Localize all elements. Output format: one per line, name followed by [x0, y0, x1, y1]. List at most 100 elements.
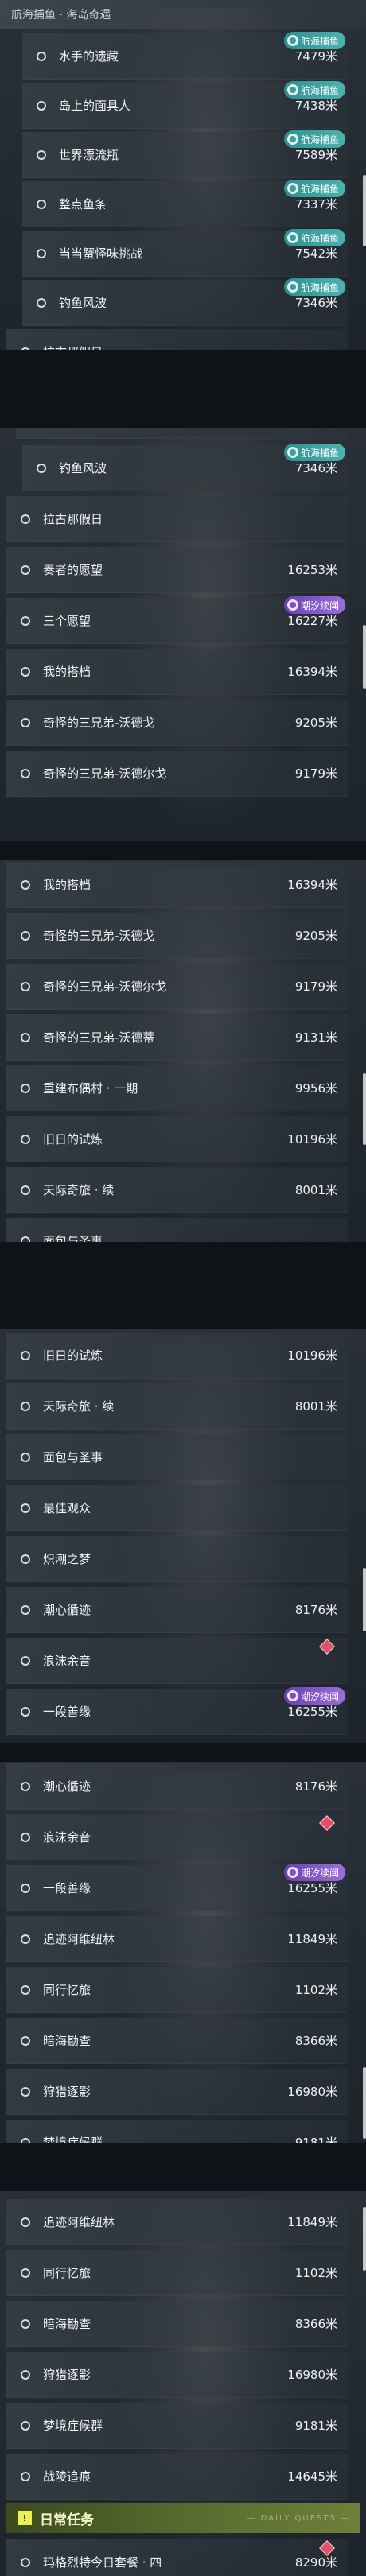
scrollbar[interactable] [363, 2207, 366, 2271]
quest-row-mengjing[interactable]: 梦境症候群 9181米 [6, 2403, 348, 2449]
quest-distance: 8366米 [294, 2034, 337, 2048]
quest-row-yiduan[interactable]: 一段善缘 16255米 潮汐续闻 [6, 1687, 348, 1735]
quest-label: 狩猎逐影 [43, 2085, 92, 2099]
quest-row-yiduan[interactable]: 一段善缘 16255米 潮汐续闻 [6, 1864, 348, 1911]
badge-label: 潮汐续闻 [300, 599, 339, 611]
scrollbar[interactable] [363, 1568, 366, 1631]
radio-icon [21, 615, 30, 626]
quest-row-woder[interactable]: 奇怪的三兄弟-沃德尔戈 9179米 [6, 751, 348, 797]
quest-row-chaoxin[interactable]: 潮心循迹 8176米 [6, 1587, 348, 1633]
quest-row-lagu[interactable]: 拉古那假日 [6, 329, 348, 350]
quest-panel-2: 当当蟹怪味挑战 7542米 钓鱼风波 7346米 航海捕鱼 拉古那假日 奏者的愿… [0, 428, 366, 841]
quest-row-woder[interactable]: 奇怪的三兄弟-沃德尔戈 9179米 [6, 964, 348, 1010]
quest-label: 拉古那假日 [43, 343, 348, 350]
quest-distance: 9956米 [294, 1081, 337, 1096]
quest-label: 梦境症候群 [43, 2136, 103, 2143]
quest-label: 天际奇旅 · 续 [43, 1183, 115, 1197]
quest-row-chongjian[interactable]: 重建布偶村 · 一期 9956米 [6, 1065, 348, 1111]
quest-row-chaoxin[interactable]: 潮心循迹 8176米 [6, 1763, 348, 1810]
scrollbar[interactable] [363, 1073, 366, 1145]
quest-label: 奇怪的三兄弟-沃德蒂 [43, 1030, 155, 1045]
quest-distance: 7346米 [294, 296, 337, 310]
quest-row-dapei[interactable]: 我的搭档 16394米 [6, 862, 348, 908]
quest-row-daoshang[interactable]: 岛上的面具人 7438米 航海捕鱼 [22, 81, 348, 129]
radio-icon [37, 248, 46, 258]
fish-icon [286, 447, 298, 458]
quest-row-sange[interactable]: 三个愿望 16227米 潮汐续闻 [6, 596, 348, 644]
quest-row-tianji[interactable]: 天际奇旅 · 续 8001米 [6, 1383, 348, 1430]
radio-icon [21, 2557, 30, 2567]
quest-row-zouzhe[interactable]: 奏者的愿望 16253米 [6, 547, 348, 593]
radio-icon [21, 930, 30, 941]
radio-icon [21, 2137, 30, 2143]
scrollbar[interactable] [363, 2067, 366, 2139]
quest-row-diaoyu[interactable]: 钓鱼风波 7346米 航海捕鱼 [22, 444, 348, 491]
quest-row-tianji[interactable]: 天际奇旅 · 续 8001米 [6, 1167, 348, 1213]
radio-icon [37, 199, 46, 209]
quest-distance: 8290米 [294, 2555, 337, 2570]
quest-row-zhandou[interactable]: 战陵追痕 14645米 [6, 2454, 348, 2500]
quest-row-zuijia[interactable]: 最佳观众 [6, 1485, 348, 1531]
quest-row-wode[interactable]: 奇怪的三兄弟-沃德戈 9205米 [6, 700, 348, 746]
badge-label: 航海捕鱼 [300, 447, 339, 459]
quest-distance: 16394米 [287, 878, 337, 892]
radio-icon [21, 879, 30, 890]
quest-row-wodedi[interactable]: 奇怪的三兄弟-沃德蒂 9131米 [6, 1014, 348, 1061]
quest-label: 旧日的试炼 [43, 1132, 103, 1146]
quest-row-mianbao[interactable]: 面包与圣事 [6, 1434, 348, 1480]
quest-row-jiuri[interactable]: 旧日的试炼 10196米 [6, 1116, 348, 1162]
quest-row-dapei[interactable]: 我的搭档 16394米 [6, 649, 348, 695]
quest-row-shijie[interactable]: 世界漂流瓶 7589米 航海捕鱼 [22, 130, 348, 178]
quest-row-lagu[interactable]: 拉古那假日 [6, 496, 348, 542]
quest-row-langmo[interactable]: 浪沫余音 [6, 1638, 348, 1684]
quest-row-wode[interactable]: 奇怪的三兄弟-沃德戈 9205米 [6, 913, 348, 959]
quest-row-mengjing[interactable]: 梦境症候群 9181米 [6, 2120, 348, 2143]
radio-icon [21, 666, 30, 677]
quest-row-dangdang[interactable]: 当当蟹怪味挑战 7542米 航海捕鱼 [22, 229, 348, 277]
quest-row-langmo[interactable]: 浪沫余音 [6, 1814, 348, 1860]
quest-label: 同行忆旅 [43, 1983, 92, 1997]
scrollbar[interactable] [363, 625, 366, 689]
quest-row-zhuiji[interactable]: 追迹阿维纽林 11849米 [6, 1916, 348, 1962]
daily-quests-header[interactable]: ! 日常任务 — DAILY QUESTS — [6, 2503, 360, 2533]
quest-row-dangdang[interactable]: 当当蟹怪味挑战 7542米 [16, 428, 348, 439]
quest-row-zhengdian[interactable]: 整点鱼条 7337米 航海捕鱼 [22, 180, 348, 227]
quest-distance: 7438米 [294, 99, 337, 113]
quest-label: 暗海勘查 [43, 2317, 92, 2331]
quest-row-mianbao[interactable]: 面包与圣事 [6, 1218, 348, 1242]
fish-icon [286, 183, 298, 194]
quest-distance: 16980米 [287, 2085, 337, 2099]
scrollbar[interactable] [363, 175, 366, 246]
quest-row-diaoyu[interactable]: 钓鱼风波 7346米 航海捕鱼 [22, 278, 348, 326]
quest-label: 当当蟹怪味挑战 [59, 246, 143, 261]
quest-label: 整点鱼条 [59, 197, 107, 211]
quest-row-anhai[interactable]: 暗海勘查 8366米 [6, 2301, 348, 2347]
quest-label: 岛上的面具人 [59, 99, 131, 113]
quest-label: 我的搭档 [43, 878, 92, 892]
radio-icon [21, 2035, 30, 2046]
radio-icon [21, 1083, 30, 1093]
quest-label: 钓鱼风波 [59, 296, 107, 310]
fish-icon [286, 35, 298, 46]
quest-row-mage[interactable]: 玛格烈特今日套餐 · 四 8290米 [6, 2539, 348, 2576]
quest-distance: 8001米 [294, 1399, 337, 1414]
quest-row-shoulie[interactable]: 狩猎逐影 16980米 [6, 2069, 348, 2115]
section-header[interactable]: 航海捕鱼 · 海岛奇遇 [0, 0, 366, 29]
wave-icon [286, 599, 298, 611]
quest-row-chizhu[interactable]: 炽潮之梦 [6, 1536, 348, 1582]
quest-row-shoulie[interactable]: 狩猎逐影 16980米 [6, 2352, 348, 2398]
quest-distance: 7589米 [294, 148, 337, 162]
quest-label: 奇怪的三兄弟-沃德戈 [43, 929, 155, 943]
quest-label: 战陵追痕 [43, 2469, 92, 2484]
quest-row-zhuiji[interactable]: 追迹阿维纽林 11849米 [6, 2199, 348, 2245]
quest-row-tongxing[interactable]: 同行忆旅 1102米 [6, 1967, 348, 2013]
quest-row-tongxing[interactable]: 同行忆旅 1102米 [6, 2250, 348, 2296]
radio-icon [21, 1401, 30, 1411]
quest-distance: 7337米 [294, 197, 337, 211]
sea-fishing-badge: 航海捕鱼 [283, 32, 345, 49]
quest-row-jiuri[interactable]: 旧日的试炼 10196米 [6, 1333, 348, 1379]
quest-row-shuishou[interactable]: 水手的遗藏 7479米 航海捕鱼 [22, 32, 348, 80]
fish-icon [286, 232, 298, 243]
quest-row-anhai[interactable]: 暗海勘查 8366米 [6, 2018, 348, 2064]
radio-icon [21, 768, 30, 778]
